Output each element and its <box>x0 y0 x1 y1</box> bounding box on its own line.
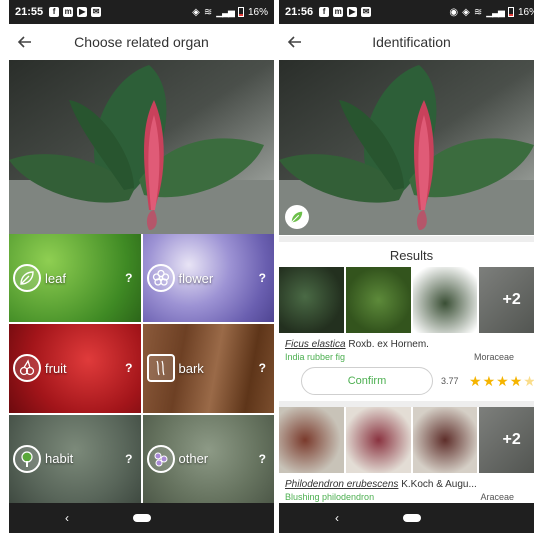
messenger-icon: m <box>333 7 344 17</box>
vibrate-icon: ◈ <box>462 6 470 18</box>
star-icon: ★ <box>469 373 482 389</box>
organ-label: other <box>178 451 209 467</box>
status-right: ◉ ◈ ≋ ▁▃▅ 16% <box>449 7 534 18</box>
match-score: 3.77 <box>441 376 459 386</box>
system-nav-bar: ‹ <box>9 503 274 533</box>
help-icon[interactable]: ? <box>259 271 266 285</box>
result-thumbnail[interactable] <box>412 407 478 473</box>
fruit-icon <box>13 354 41 383</box>
facebook-icon: f <box>49 7 60 17</box>
vibrate-icon: ◈ <box>192 6 200 18</box>
mail-icon: ✉ <box>91 7 102 17</box>
status-time: 21:55 <box>15 6 44 18</box>
page-title: Choose related organ <box>74 34 209 50</box>
organ-grid: leaf ? flower ? fruit ? bark ? habit ? o… <box>9 234 274 503</box>
rating-stars: ★ ★ ★ ★ ★ <box>469 374 534 388</box>
notification-icons: f m ▶ ✉ <box>319 7 372 17</box>
back-arrow-icon[interactable] <box>9 24 41 60</box>
notification-icons: f m ▶ ✉ <box>49 7 102 17</box>
status-right: ◈ ≋ ▁▃▅ 16% <box>192 7 268 18</box>
species-name[interactable]: Philodendron erubescens K.Koch & Augu... <box>285 479 477 490</box>
common-name: Blushing philodendron <box>285 492 375 502</box>
organ-tile-leaf[interactable]: leaf ? <box>9 234 141 323</box>
organ-tile-fruit[interactable]: fruit ? <box>9 324 141 413</box>
organ-tile-flower[interactable]: flower ? <box>142 234 274 323</box>
result-images[interactable]: +2 <box>279 407 534 473</box>
result-thumbnail[interactable] <box>279 407 344 473</box>
youtube-icon: ▶ <box>347 7 358 17</box>
species-latin-name[interactable]: Philodendron erubescens <box>285 479 398 490</box>
flower-icon <box>146 264 175 293</box>
result-thumbnail[interactable] <box>345 267 411 333</box>
result-thumbnail[interactable] <box>412 267 478 333</box>
tree-icon <box>13 444 41 473</box>
species-name[interactable]: Ficus elastica Roxb. ex Hornem. <box>285 339 429 350</box>
results-heading: Results <box>389 248 434 263</box>
help-icon[interactable]: ? <box>259 452 266 466</box>
organ-label: habit <box>45 451 74 467</box>
battery-percent: 16% <box>247 6 268 18</box>
signal-icon: ▁▃▅ <box>486 6 505 17</box>
nav-home-button[interactable] <box>132 514 151 522</box>
system-nav-bar: ‹ <box>279 503 534 533</box>
location-icon: ◉ <box>449 6 459 18</box>
help-icon[interactable]: ? <box>259 361 266 375</box>
help-icon[interactable]: ? <box>125 271 132 285</box>
divider <box>279 236 534 242</box>
app-bar: Choose related organ <box>9 24 274 60</box>
family-name: Araceae <box>480 492 514 502</box>
species-author: Roxb. ex Hornem. <box>348 339 429 350</box>
star-icon: ★ <box>523 373 534 389</box>
youtube-icon: ▶ <box>77 7 88 17</box>
species-latin-name[interactable]: Ficus elastica <box>285 339 346 350</box>
status-bar: 21:56 f m ▶ ✉ ◉ ◈ ≋ ▁▃▅ 16% <box>279 0 534 24</box>
bark-icon <box>146 354 175 383</box>
organ-label: bark <box>178 360 204 376</box>
organ-tile-habit[interactable]: habit ? <box>9 414 141 503</box>
signal-icon: ▁▃▅ <box>216 6 235 17</box>
wifi-icon: ≋ <box>203 6 213 18</box>
nav-back-icon[interactable]: ‹ <box>335 511 339 525</box>
nav-back-icon[interactable]: ‹ <box>65 511 69 525</box>
battery-percent: 16% <box>517 6 534 18</box>
back-arrow-icon[interactable] <box>279 24 311 60</box>
leaf-icon <box>13 264 41 293</box>
common-name: India rubber fig <box>285 352 346 362</box>
organ-label: fruit <box>45 360 67 376</box>
other-icon <box>146 444 175 473</box>
selected-organ-leaf-icon <box>285 205 309 229</box>
help-icon[interactable]: ? <box>125 452 132 466</box>
status-time: 21:56 <box>285 6 314 18</box>
wifi-icon: ≋ <box>473 6 483 18</box>
battery-icon <box>507 7 514 17</box>
result-thumbnail[interactable] <box>345 407 411 473</box>
confirm-button[interactable]: Confirm <box>301 367 433 395</box>
star-icon: ★ <box>509 373 523 389</box>
result-images[interactable]: +2 <box>279 267 534 333</box>
organ-label: leaf <box>45 270 66 286</box>
phone-screen-identification: 21:56 f m ▶ ✉ ◉ ◈ ≋ ▁▃▅ 16% Identificati… <box>279 0 534 533</box>
organ-label: flower <box>178 270 214 286</box>
help-icon[interactable]: ? <box>125 361 132 375</box>
more-images-button[interactable]: +2 <box>479 407 534 473</box>
nav-home-button[interactable] <box>402 514 421 522</box>
messenger-icon: m <box>63 7 74 17</box>
page-title: Identification <box>372 34 451 50</box>
facebook-icon: f <box>319 7 330 17</box>
species-author: K.Koch & Augu... <box>401 479 477 490</box>
family-name: Moraceae <box>473 352 514 362</box>
plant-photo <box>9 60 274 235</box>
status-bar: 21:55 f m ▶ ✉ ◈ ≋ ▁▃▅ 16% <box>9 0 274 24</box>
organ-tile-other[interactable]: other ? <box>142 414 274 503</box>
organ-tile-bark[interactable]: bark ? <box>142 324 274 413</box>
mail-icon: ✉ <box>361 7 372 17</box>
plant-photo <box>279 60 534 235</box>
phone-screen-organ-selection: 21:55 f m ▶ ✉ ◈ ≋ ▁▃▅ 16% Choose related… <box>9 0 274 533</box>
app-bar: Identification <box>279 24 534 60</box>
star-icon: ★ <box>496 373 509 389</box>
result-thumbnail[interactable] <box>279 267 344 333</box>
star-icon: ★ <box>482 373 496 389</box>
more-images-button[interactable]: +2 <box>479 267 534 333</box>
battery-icon <box>237 7 244 17</box>
